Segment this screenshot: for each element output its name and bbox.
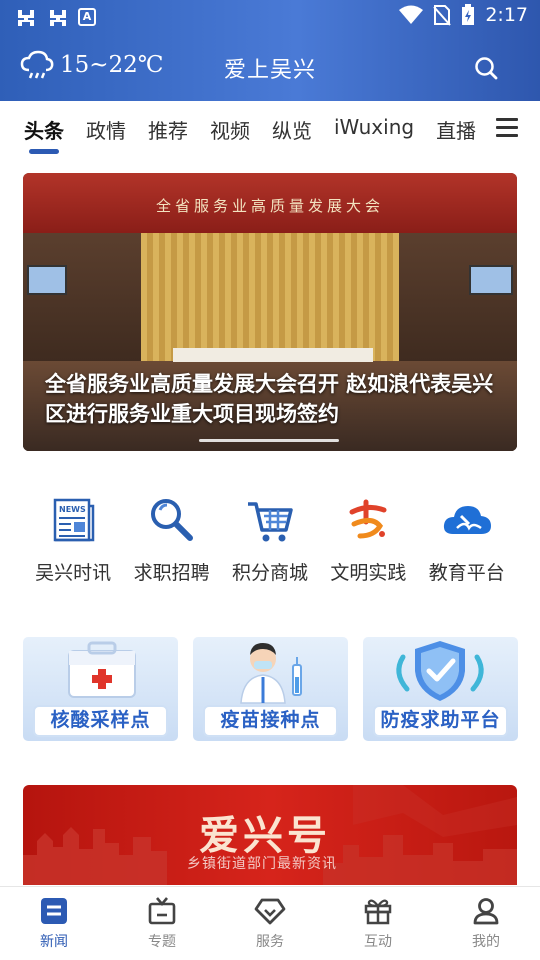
medical-kit-icon: [68, 641, 136, 698]
status-left: A: [14, 6, 96, 28]
hall-banner: 全省服务业高质量发展大会: [23, 173, 517, 233]
nav-news[interactable]: 新闻: [0, 887, 108, 960]
quick-links: NEWS 吴兴时讯 求职招聘 积分商城 文明实践 教育平台: [0, 490, 540, 590]
banner-caption: 全省服务业高质量发展大会召开 赵如浪代表吴兴区进行服务业重大项目现场签约: [45, 372, 494, 426]
nav-services[interactable]: 服务: [216, 887, 324, 960]
diamond-icon: [254, 898, 286, 925]
shield-icon: [396, 641, 484, 701]
status-right: 2:17: [399, 4, 528, 26]
nav-label: 专题: [148, 934, 176, 950]
wifi-icon: [399, 5, 424, 24]
service-card-label: 防疫求助平台: [373, 705, 508, 737]
bug-icon: [18, 10, 34, 26]
status-time: 2:17: [485, 4, 528, 26]
app-title: 爱上吴兴: [223, 58, 316, 83]
service-card-label: 疫苗接种点: [203, 705, 338, 737]
service-card-help[interactable]: 防疫求助平台: [363, 637, 518, 741]
service-cards: 核酸采样点 疫苗接种点 防疫求助平台: [23, 637, 518, 741]
service-card-testing[interactable]: 核酸采样点: [23, 637, 178, 741]
tab-overview[interactable]: 纵览: [272, 115, 312, 144]
promo-subtitle: 乡镇街道部门最新资讯: [187, 856, 337, 872]
left-screen: [27, 265, 67, 295]
nav-interaction[interactable]: 互动: [324, 887, 432, 960]
service-card-label: 核酸采样点: [33, 705, 168, 737]
nav-label: 我的: [472, 934, 500, 950]
rostrum-table: [173, 348, 373, 362]
headline-banner[interactable]: 全省服务业高质量发展大会 全省服务业高质量发展大会召开 赵如浪代表吴兴区进行服务…: [23, 173, 517, 451]
tab-headlines[interactable]: 头条: [24, 115, 64, 144]
tab-row: 头条 政情 推荐 视频 纵览 iWuxing 直播: [24, 115, 490, 144]
menu-icon[interactable]: [496, 118, 518, 138]
gift-icon: [364, 899, 392, 925]
aixing-promo-banner[interactable]: 爱兴号 乡镇街道部门最新资讯: [23, 785, 517, 885]
nav-label: 互动: [364, 934, 392, 950]
service-card-vaccination[interactable]: 疫苗接种点: [193, 637, 348, 741]
tab-live[interactable]: 直播: [436, 115, 476, 144]
channel-tabs: 头条 政情 推荐 视频 纵览 iWuxing 直播: [0, 101, 540, 157]
nav-profile[interactable]: 我的: [432, 887, 540, 960]
quick-link-news[interactable]: NEWS 吴兴时讯: [25, 490, 121, 590]
active-tab-indicator: [29, 149, 59, 154]
tab-iwuxing[interactable]: iWuxing: [334, 115, 414, 144]
nav-topics[interactable]: 专题: [108, 887, 216, 960]
cloud-book-icon: [443, 506, 491, 534]
news-icon: [41, 898, 67, 924]
doctor-vaccine-icon: [240, 643, 302, 704]
volunteer-logo-icon: [349, 499, 387, 539]
nav-label: 服务: [256, 934, 284, 950]
quick-link-mall[interactable]: 积分商城: [222, 490, 318, 590]
battery-charging-icon: [462, 4, 475, 25]
user-icon: [473, 898, 499, 925]
shopping-cart-icon: [247, 502, 293, 542]
quick-link-label: 求职招聘: [133, 562, 210, 584]
tv-icon: [148, 897, 176, 925]
nav-label: 新闻: [40, 934, 68, 950]
bottom-navigation: 新闻 专题 服务 互动 我的: [0, 886, 540, 960]
app-header: A 2:17 15~22℃ 爱上吴兴: [0, 0, 540, 101]
hall-slogan: 全省服务业高质量发展大会: [155, 197, 384, 215]
quick-link-jobs[interactable]: 求职招聘: [124, 490, 220, 590]
tab-politics[interactable]: 政情: [86, 115, 126, 144]
status-bar: A 2:17: [0, 0, 540, 36]
svg-text:NEWS: NEWS: [59, 505, 86, 514]
no-sim-icon: [433, 5, 452, 26]
bug-icon: [50, 10, 66, 26]
font-a-icon: A: [78, 8, 96, 26]
tab-video[interactable]: 视频: [210, 115, 250, 144]
newspaper-icon: NEWS: [53, 498, 95, 542]
quick-link-label: 文明实践: [330, 562, 407, 584]
quick-link-label: 吴兴时讯: [35, 562, 112, 584]
quick-link-civilization[interactable]: 文明实践: [320, 490, 416, 590]
magnifier-icon: [150, 499, 193, 541]
quick-link-education[interactable]: 教育平台: [419, 490, 515, 590]
quick-link-label: 积分商城: [231, 562, 308, 584]
tab-recommended[interactable]: 推荐: [148, 115, 188, 144]
search-icon[interactable]: [474, 56, 498, 80]
carousel-indicator: [199, 439, 339, 442]
top-bar: 15~22℃ 爱上吴兴: [0, 44, 540, 92]
stage-curtain: [141, 233, 399, 363]
quick-link-label: 教育平台: [428, 562, 505, 584]
right-screen: [469, 265, 513, 295]
